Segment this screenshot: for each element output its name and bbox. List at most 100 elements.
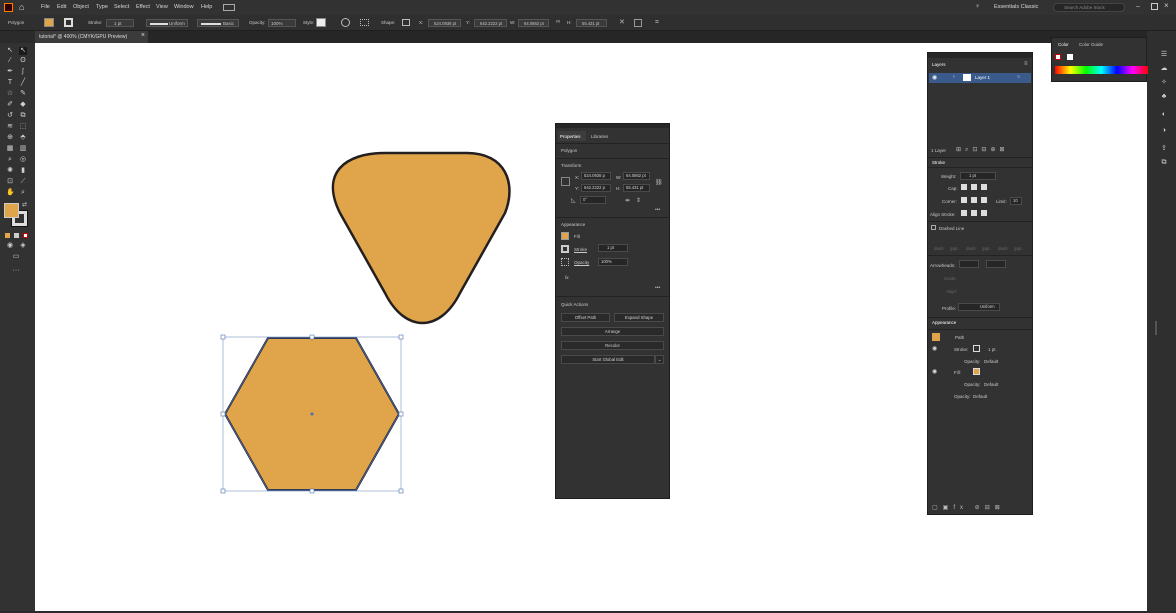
flip-horizontal-icon[interactable]: ⇹ [625,197,630,204]
opacity-link[interactable]: Opacity [574,260,589,265]
gradient-tool-icon[interactable]: ▥ [19,145,27,153]
minimize-icon[interactable]: – [1136,3,1144,11]
symbol-sprayer-tool-icon[interactable]: ✺ [6,167,14,175]
cap-square-icon[interactable] [981,184,987,190]
stock-search-input[interactable]: Search Adobe Stock [1053,3,1125,12]
align-inside-icon[interactable] [971,210,977,216]
close-icon[interactable]: × [1164,1,1169,10]
star-tool-icon[interactable]: ☆ [6,90,14,98]
reference-point-icon[interactable] [561,177,570,186]
link-proportions-icon[interactable]: ∞ [556,19,563,26]
cap-round-icon[interactable] [971,184,977,190]
color-white-swatch[interactable] [1067,54,1073,60]
document-tab[interactable]: tutorial* @ 400% (CMYK/GPU Preview) × [35,31,148,43]
stroke-eye-icon[interactable]: ◉ [932,345,937,352]
menu-edit[interactable]: Edit [57,4,66,10]
stroke-attr-swatch[interactable] [973,345,980,352]
none-mode-button[interactable] [23,233,28,238]
screen-mode-icon[interactable]: ▭ [12,253,20,261]
panel-menu-icon[interactable]: ≡ [1024,61,1028,67]
graphic-styles-dock-icon[interactable]: ◐ [1160,111,1168,119]
draw-mode-icon[interactable]: ◉ [6,242,14,250]
direct-selection-tool-icon[interactable]: ↖ [19,47,27,55]
live-paint-tool-icon[interactable]: ⬘ [19,134,27,142]
tab-properties[interactable]: Properties [558,131,586,141]
layer-row-layer-1[interactable]: ◉ › Layer 1 ○ [929,73,1031,83]
stroke-attr-value[interactable]: 1 pt [988,347,996,352]
opacity-field[interactable]: 100% [268,19,296,27]
more-appearance-options-icon[interactable]: ••• [655,285,660,291]
global-edit-options-chevron-icon[interactable]: ⌄ [655,355,664,364]
recolor-button[interactable]: Recolor [561,341,664,350]
home-icon[interactable]: ⌂ [19,3,28,12]
variable-width-profile[interactable]: Uniform [146,19,188,27]
swap-fill-stroke-icon[interactable]: ⇄ [22,201,27,208]
stroke-opacity-label[interactable]: Opacity: [964,359,981,364]
fill-attr-label[interactable]: Fill: [954,370,961,375]
y-field[interactable]: 642.2222 p [581,184,611,192]
properties-panel-header[interactable] [556,124,669,128]
stroke-weight-field[interactable]: 1 pt [106,19,134,27]
isolate-icon[interactable]: ⌗ [655,19,664,27]
hand-tool-icon[interactable]: ✋ [6,189,15,197]
corner-miter-icon[interactable] [961,197,967,203]
profile-select[interactable]: Uniform [958,303,1000,311]
free-transform-tool-icon[interactable]: ⬚ [19,123,27,131]
appearance-footer-icons[interactable]: ▢▣fx ⊘⊟⊠ [932,504,1005,511]
dock-scrollbar[interactable] [1155,321,1157,335]
fill-swatch[interactable] [44,18,54,27]
h-field[interactable]: 55.431 pt [576,19,607,27]
visibility-eye-icon[interactable]: ◉ [932,74,937,81]
corner-round-icon[interactable] [971,197,977,203]
brush-definition[interactable]: Basic [197,19,239,27]
w-field[interactable]: 64.0862 pt [518,19,549,27]
restore-icon[interactable] [1151,3,1158,10]
edit-toolbar-icon[interactable]: ··· [12,267,20,275]
cap-butt-icon[interactable] [961,184,967,190]
layers-footer-icons[interactable]: ⊞⌕⊡⊟⊕⊠ [956,146,1009,154]
rounded-triangle-shape[interactable] [331,151,511,325]
type-tool-icon[interactable]: T [6,79,14,87]
menu-window[interactable]: Window [174,4,194,10]
color-fill-stroke-icon[interactable] [1055,54,1061,60]
properties-dock-icon[interactable]: ☰ [1160,51,1168,59]
stroke-swatch[interactable] [561,245,569,253]
polygon-shape-icon[interactable] [402,19,410,26]
gradient-mode-button[interactable] [14,233,19,238]
tab-color[interactable]: Color [1058,42,1069,47]
shaper-tool-icon[interactable]: ✐ [6,101,14,109]
menu-file[interactable]: File [41,4,50,10]
export-dock-icon[interactable]: ⇪ [1160,145,1168,153]
offset-path-button[interactable]: Offset Path [561,313,610,322]
x-field[interactable]: 524.0938 p [581,172,611,180]
fill-opacity-label[interactable]: Opacity: [964,382,981,387]
corner-bevel-icon[interactable] [981,197,987,203]
menu-object[interactable]: Object [73,4,89,10]
layers-panel-title[interactable]: Layers [932,62,946,67]
rotate-tool-icon[interactable]: ↺ [6,112,14,120]
expand-shape-button[interactable]: Expand Shape [614,313,664,322]
scale-tool-icon[interactable]: ⧉ [19,112,27,120]
h-field[interactable]: 55.431 pt [623,184,650,192]
flip-vertical-icon[interactable]: ⇕ [636,197,641,204]
stroke-panel-title[interactable]: Stroke [932,160,945,165]
paintbrush-tool-icon[interactable]: ✎ [19,90,27,98]
artboards-dock-icon[interactable]: ⧉ [1160,159,1168,167]
fill-color-box[interactable] [4,203,19,218]
pen-tool-icon[interactable]: ✒ [6,68,14,76]
appearance-panel-title[interactable]: Appearance [932,320,956,325]
rotate-angle-field[interactable]: 0° [580,196,606,204]
draw-inside-icon[interactable]: ◈ [19,242,27,250]
symbols-dock-icon[interactable]: ♣ [1160,93,1168,101]
menu-view[interactable]: View [156,4,168,10]
selection-tool-icon[interactable]: ↖ [6,47,14,55]
menu-effect[interactable]: Effect [136,4,150,10]
menu-type[interactable]: Type [96,4,108,10]
column-graph-tool-icon[interactable]: ▮ [19,167,27,175]
zoom-tool-icon[interactable]: ⌕ [19,189,27,197]
transform-icon[interactable]: ✕ [619,19,627,27]
color-mode-button[interactable] [5,233,10,238]
tab-color-guide[interactable]: Color Guide [1079,42,1103,47]
limit-field[interactable]: 10 [1010,197,1022,205]
fill-eye-icon[interactable]: ◉ [932,368,937,375]
